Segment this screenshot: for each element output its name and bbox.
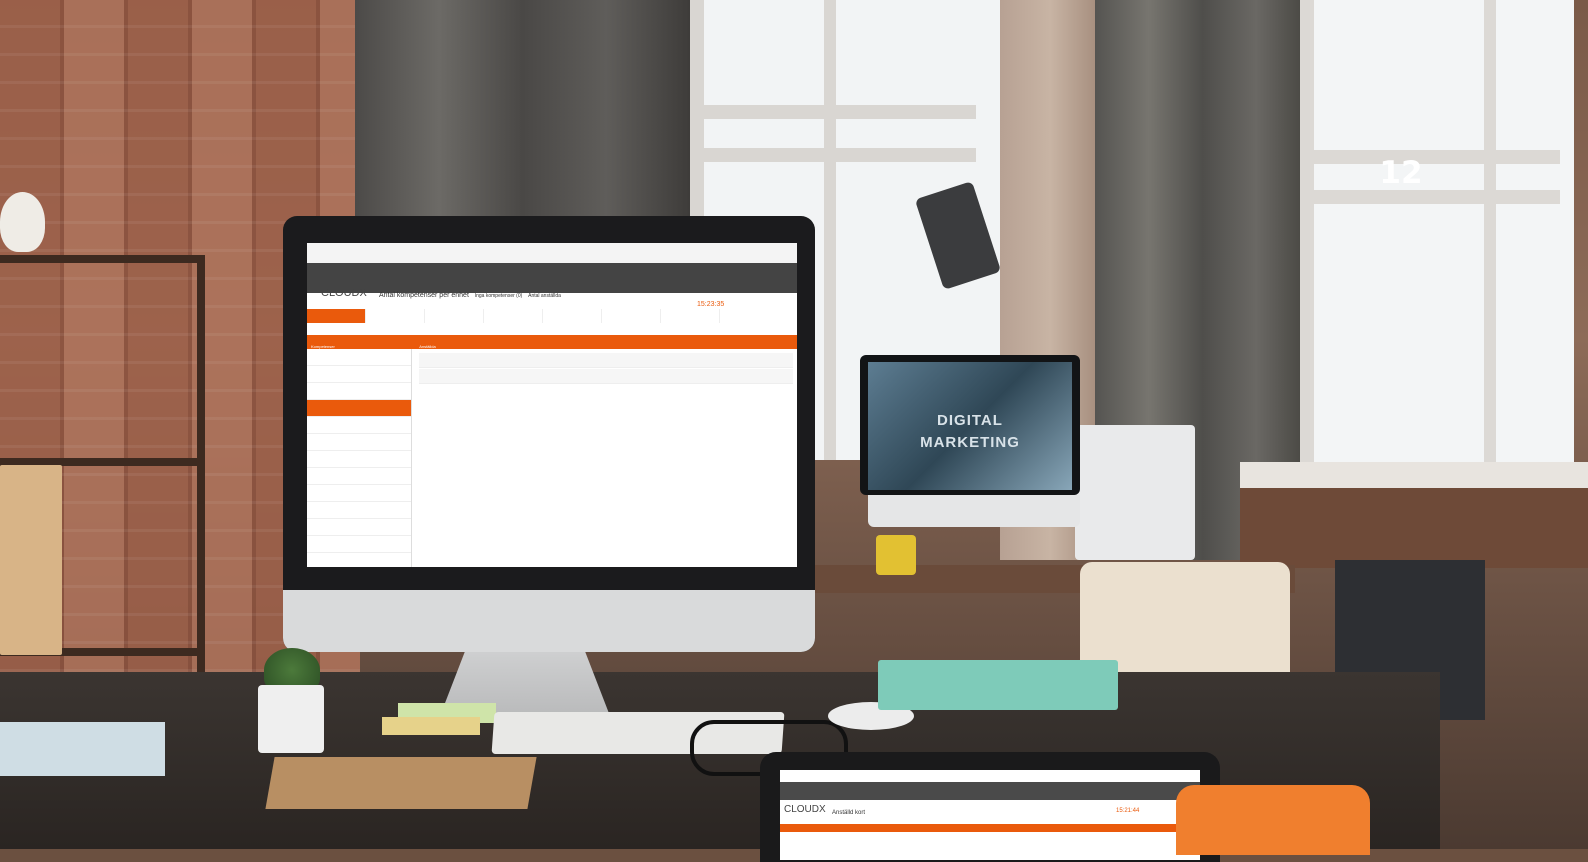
brick-wall-lower [1240, 488, 1588, 568]
tab [425, 309, 484, 323]
tablet-orange-band [780, 824, 1200, 832]
list-item [307, 502, 411, 519]
sticky-notes-yellow [382, 717, 480, 735]
books [878, 660, 1118, 710]
list-item [307, 553, 411, 567]
tab [602, 309, 661, 323]
list-item [307, 349, 411, 366]
second-monitor-chin [868, 495, 1080, 527]
table-row [419, 353, 793, 368]
panel-header-band: Kompetenser Anställda [307, 335, 797, 349]
list-item [307, 468, 411, 485]
page-number: 12 [1379, 155, 1423, 191]
competence-list [307, 349, 412, 567]
main-monitor-chin [283, 590, 815, 652]
papers [0, 722, 165, 776]
list-item [307, 417, 411, 434]
list-item [307, 485, 411, 502]
main-monitor-screen: CLOUDX Antal kompetenser per enhet Inga … [307, 243, 797, 567]
tablet-title: Anställd kort [832, 810, 866, 816]
window-sill [1240, 462, 1588, 488]
storage-box [0, 465, 62, 655]
cloudx-logo: CLOUDX [321, 287, 367, 299]
list-item [307, 451, 411, 468]
app-dark-band [307, 263, 797, 293]
tab [484, 309, 543, 323]
list-item-selected [307, 400, 411, 417]
left-curtain [355, 0, 690, 250]
list-item [307, 519, 411, 536]
app-tabs [307, 309, 797, 323]
list-item [307, 434, 411, 451]
app-clock: 15:23:35 [697, 301, 725, 308]
tab-active [307, 309, 366, 323]
vase [0, 192, 45, 252]
second-monitor-line-1: DIGITAL [937, 412, 1003, 429]
browser-titlebar [307, 243, 797, 264]
right-window [1300, 0, 1574, 470]
second-monitor-line-2: MARKETING [920, 434, 1020, 451]
list-item [307, 366, 411, 383]
tab [661, 309, 720, 323]
tab [543, 309, 602, 323]
table-row [419, 369, 793, 384]
list-item [307, 383, 411, 400]
plant-pot [258, 685, 324, 753]
tablet-clock: 15:21:44 [1116, 808, 1140, 814]
tablet-screen: CLOUDX Anställd kort 15:21:44 [780, 770, 1200, 860]
orange-card [1176, 785, 1370, 855]
yellow-mug [876, 535, 916, 575]
app-title: Antal kompetenser per enhet Inga kompete… [379, 292, 561, 299]
second-monitor-text: DIGITAL MARKETING [895, 410, 1045, 454]
tab [366, 309, 425, 323]
printer [1075, 425, 1195, 560]
list-item [307, 536, 411, 553]
tablet-dark-band [780, 782, 1200, 800]
tablet-cloudx-logo: CLOUDX [784, 804, 826, 815]
notebook [265, 757, 537, 809]
